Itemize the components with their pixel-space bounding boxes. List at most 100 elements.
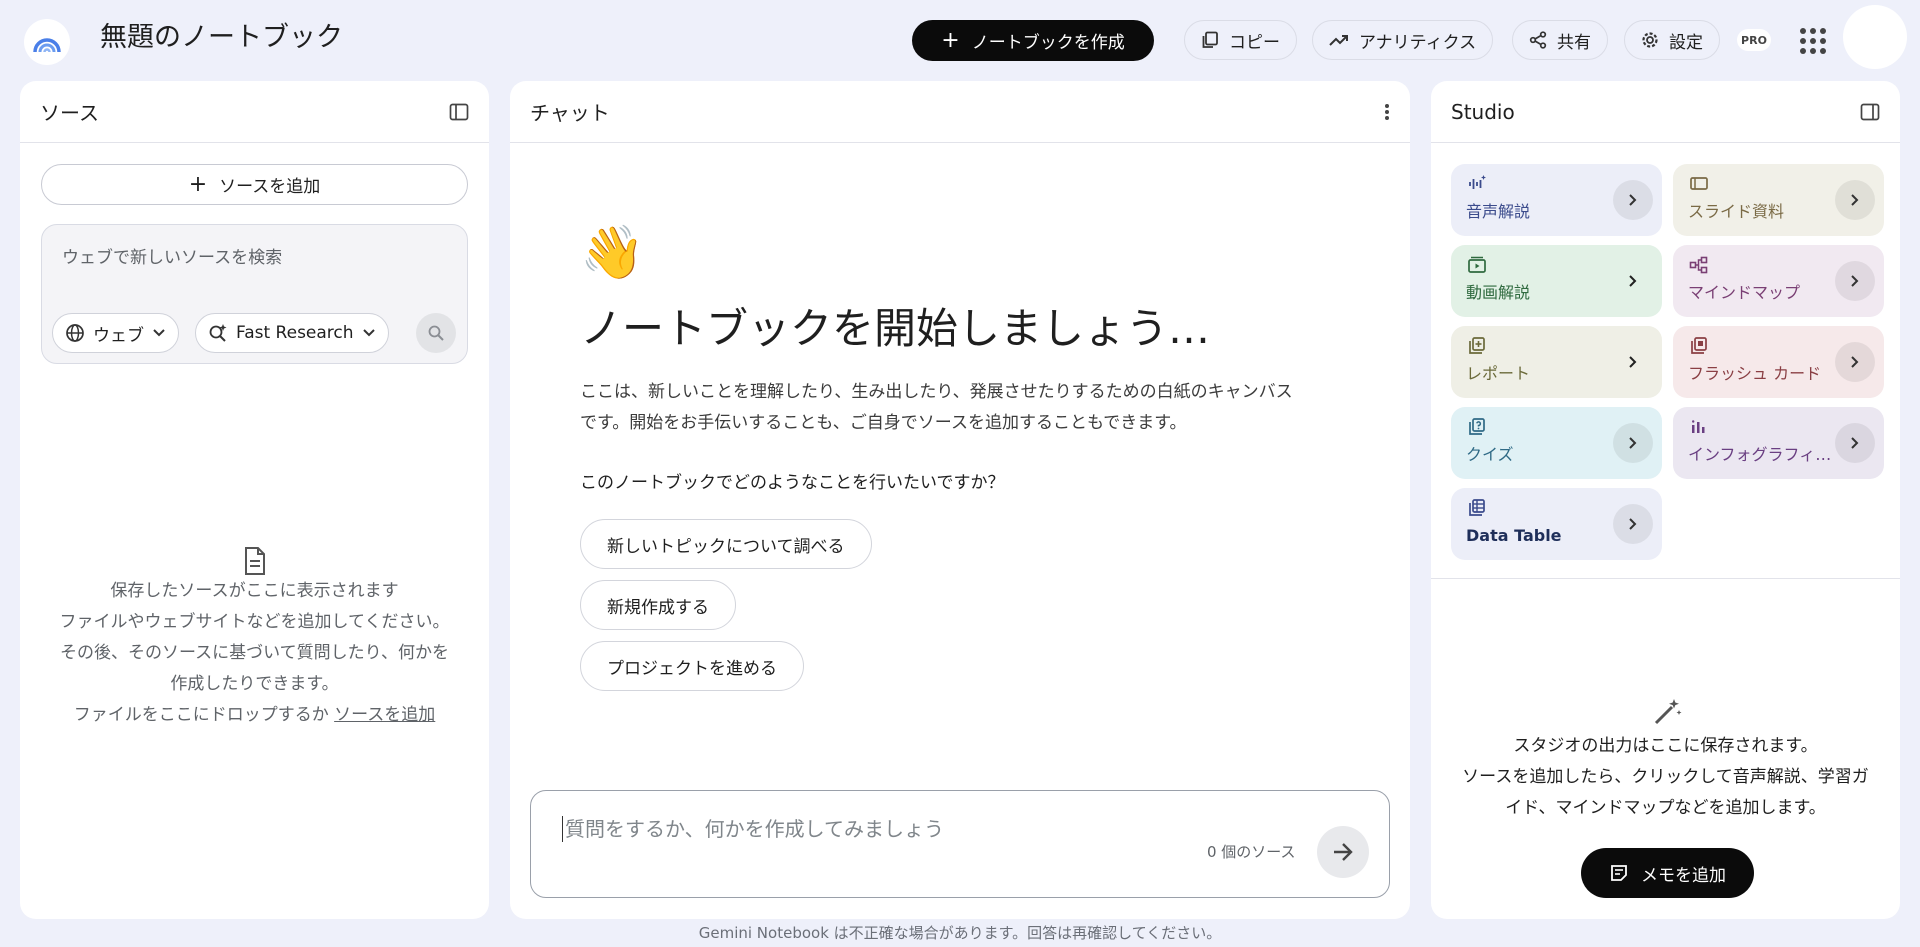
empty-line: ファイルやウェブサイトなどを追加してください。 [59, 612, 450, 632]
search-input[interactable]: ウェブで新しいソースを検索 [62, 243, 282, 268]
chevron-right-icon[interactable] [1835, 180, 1875, 220]
apps-grid-icon[interactable] [1800, 28, 1826, 54]
chat-title: チャット [530, 101, 610, 125]
pro-badge: PRO [1737, 29, 1771, 51]
share-button[interactable]: 共有 [1512, 20, 1608, 60]
search-icon [428, 325, 444, 341]
tile-label: クイズ [1466, 445, 1514, 464]
sources-panel: ソース + ソースを追加 ウェブで新しいソースを検索 ウェブ Fast Rese… [20, 81, 489, 919]
studio-tile-slides[interactable]: スライド資料 [1673, 164, 1884, 236]
arrow-right-icon [1334, 843, 1353, 861]
collapse-panel-icon[interactable] [1860, 102, 1880, 122]
tile-label: Data Table [1466, 526, 1562, 545]
studio-tile-audio[interactable]: 音声解説 [1451, 164, 1662, 236]
note-icon [1611, 865, 1627, 881]
studio-header: Studio [1431, 81, 1900, 143]
search-submit-button[interactable] [416, 313, 456, 353]
create-notebook-label: ノートブックを作成 [971, 33, 1125, 53]
chevron-right-icon[interactable] [1613, 342, 1653, 382]
sources-header: ソース [20, 81, 489, 143]
add-note-button[interactable]: メモを追加 [1581, 848, 1754, 898]
sources-title: ソース [40, 101, 99, 125]
studio-tile-flashcards[interactable]: フラッシュ カード [1673, 326, 1884, 398]
research-chip-label: Fast Research [236, 323, 354, 343]
studio-divider [1431, 578, 1900, 579]
waving-hand-emoji: 👋 [580, 223, 645, 283]
studio-tile-infographic[interactable]: インフォグラフィ… [1673, 407, 1884, 479]
studio-tile-quiz[interactable]: クイズ [1451, 407, 1662, 479]
plus-icon: + [941, 27, 960, 53]
notebook-title[interactable]: 無題のノートブック [100, 20, 343, 56]
trending-up-icon [1329, 35, 1348, 46]
globe-icon [66, 324, 84, 342]
copy-button[interactable]: コピー [1184, 20, 1297, 60]
chevron-down-icon [153, 329, 165, 337]
chat-input-box[interactable]: 質問をするか、何かを作成してみましょう 0 個のソース [530, 790, 1390, 898]
tile-label: 音声解説 [1466, 202, 1531, 221]
empty-line: その後、そのソースに基づいて質問したり、何かを [60, 643, 449, 663]
flashcard-icon [1691, 337, 1707, 354]
sparkle-search-icon [209, 324, 227, 342]
avatar[interactable] [1843, 5, 1907, 69]
add-source-link[interactable]: ソースを追加 [334, 705, 435, 725]
send-button[interactable] [1317, 826, 1369, 878]
add-source-label: ソースを追加 [219, 177, 321, 197]
chat-header: チャット [510, 81, 1410, 143]
mind-map-icon [1689, 256, 1708, 274]
share-label: 共有 [1557, 32, 1591, 53]
suggestion-chip[interactable]: 新規作成する [580, 580, 736, 630]
settings-button[interactable]: 設定 [1624, 20, 1720, 60]
studio-tile-report[interactable]: レポート [1451, 326, 1662, 398]
chat-heading: ノートブックを開始しましょう… [580, 304, 1211, 353]
studio-tile-data-table[interactable]: Data Table [1451, 488, 1662, 560]
add-source-button[interactable]: + ソースを追加 [41, 164, 468, 205]
tile-label: スライド資料 [1688, 202, 1785, 221]
chat-description: ここは、新しいことを理解したり、生み出したり、発展させたりするための白紙のキャン… [580, 377, 1340, 439]
copy-label: コピー [1229, 32, 1280, 53]
sources-empty-state: 保存したソースがここに表示されます ファイルやウェブサイトなどを追加してください… [20, 546, 489, 731]
chevron-right-icon[interactable] [1613, 504, 1653, 544]
desc-line: です。開始をお手伝いすることも、ご自身でソースを追加することもできます。 [580, 413, 1187, 433]
chat-question: このノートブックでどのようなことを行いたいですか？ [580, 473, 1005, 493]
suggestion-chip[interactable]: プロジェクトを進める [580, 641, 804, 691]
chevron-right-icon[interactable] [1835, 261, 1875, 301]
tile-label: インフォグラフィ… [1688, 445, 1832, 464]
create-notebook-button[interactable]: + ノートブックを作成 [912, 20, 1154, 61]
more-vert-icon[interactable] [1384, 102, 1390, 122]
quiz-icon [1469, 418, 1485, 435]
copy-icon [1202, 31, 1218, 48]
share-icon [1529, 31, 1547, 49]
chevron-right-icon[interactable] [1613, 261, 1653, 301]
infographic-icon [1692, 420, 1705, 433]
chevron-right-icon[interactable] [1835, 342, 1875, 382]
document-icon [244, 547, 265, 575]
chat-input[interactable]: 質問をするか、何かを作成してみましょう [562, 816, 944, 842]
studio-empty-state: スタジオの出力はここに保存されます。 ソースを追加したら、クリックして音声解説、… [1431, 731, 1900, 824]
empty-line: スタジオの出力はここに保存されます。 [1513, 736, 1818, 756]
analytics-button[interactable]: アナリティクス [1312, 20, 1494, 60]
chevron-right-icon[interactable] [1613, 180, 1653, 220]
chevron-right-icon[interactable] [1613, 423, 1653, 463]
tile-label: マインドマップ [1688, 283, 1801, 302]
gear-icon [1642, 32, 1658, 48]
chevron-down-icon [362, 329, 375, 337]
table-icon [1469, 499, 1485, 516]
web-source-dropdown[interactable]: ウェブ [52, 313, 179, 353]
slides-icon [1690, 177, 1708, 190]
chevron-right-icon[interactable] [1835, 423, 1875, 463]
web-chip-label: ウェブ [93, 325, 144, 346]
studio-panel: Studio 音声解説 スライド資料 動画解説 マインドマップ レポート フラッ… [1431, 81, 1900, 919]
chat-panel: チャット 👋 ノートブックを開始しましょう… ここは、新しいことを理解したり、生… [510, 81, 1410, 919]
suggestion-chip[interactable]: 新しいトピックについて調べる [580, 519, 872, 569]
collapse-panel-icon[interactable] [449, 102, 469, 122]
settings-label: 設定 [1669, 32, 1703, 53]
web-search-box: ウェブで新しいソースを検索 ウェブ Fast Research [41, 224, 468, 364]
studio-tile-mindmap[interactable]: マインドマップ [1673, 245, 1884, 317]
research-mode-dropdown[interactable]: Fast Research [195, 313, 389, 353]
notebook-logo-icon[interactable] [24, 19, 70, 65]
empty-line: ソースを追加したら、クリックして音声解説、学習ガ [1462, 767, 1869, 787]
analytics-label: アナリティクス [1359, 32, 1477, 53]
studio-tile-video[interactable]: 動画解説 [1451, 245, 1662, 317]
add-note-label: メモを追加 [1641, 865, 1726, 886]
empty-line: 保存したソースがここに表示されます [110, 581, 399, 601]
